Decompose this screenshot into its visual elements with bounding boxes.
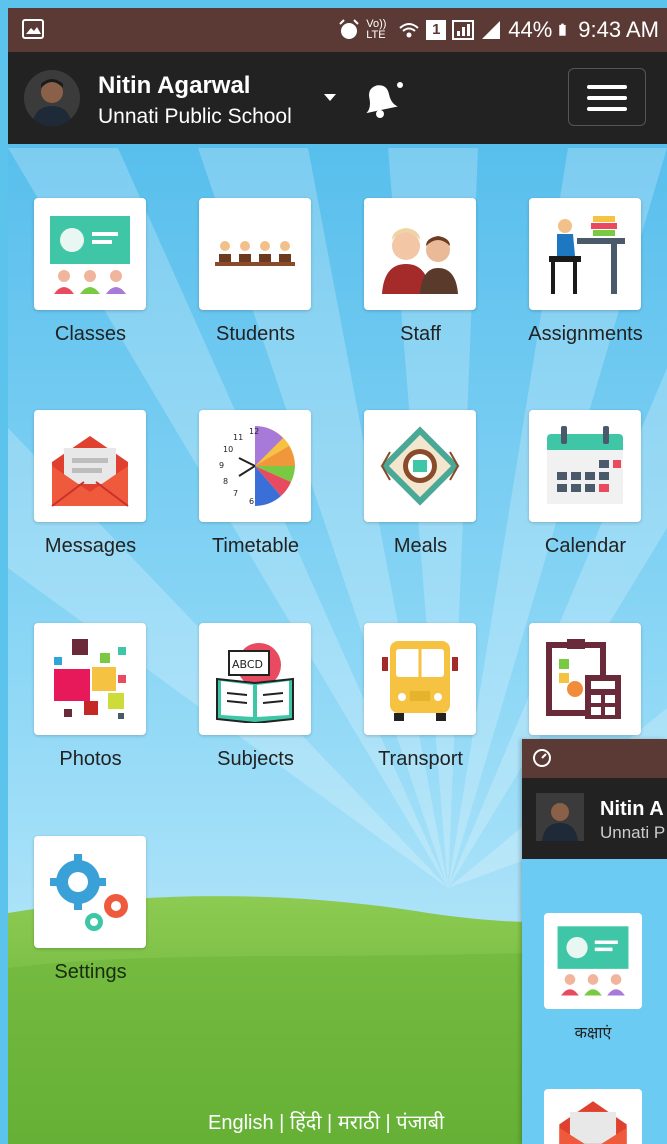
language-switcher[interactable]: English | हिंदी | मराठी | पंजाबी [208,1108,444,1135]
tile-label: Settings [54,961,127,983]
signal-icon [452,20,475,40]
image-icon [22,19,44,39]
photos-icon [54,639,126,719]
user-photo [536,793,584,841]
assignments-icon [549,216,625,294]
svg-text:7: 7 [233,489,238,498]
wifi-icon [399,23,419,38]
reports-icon [546,639,621,719]
svg-text:8: 8 [223,477,228,486]
svg-text:12: 12 [249,427,259,436]
overlay-user-name: Nitin A [600,798,664,820]
network-type-label: Vo)) LTE [366,18,387,41]
tile-messages[interactable] [34,410,146,522]
tile-transport[interactable] [364,623,476,735]
overlay-screen-preview: Nitin A Unnati P कक्षाएं [522,739,667,1144]
home-screen: Vo)) LTE 1 44% 9:43 AM Nitin Agarwal Unn… [8,8,667,1144]
overlay-status-bar [522,739,667,778]
tile-settings[interactable] [34,836,146,948]
hamburger-menu-button[interactable] [568,68,646,126]
clock-time: 9:43 AM [578,17,659,42]
bell-icon[interactable] [358,80,404,120]
classroom-icon [557,926,629,996]
svg-text:ABCD: ABCD [232,658,263,671]
battery-percent: 44% [508,17,553,42]
overlay-app-header: Nitin A Unnati P [522,778,667,859]
user-photo [24,70,80,126]
clock-icon: 12 1110 9 87 6 [219,426,295,506]
tile-meals[interactable] [364,410,476,522]
tile-calendar[interactable] [529,410,641,522]
tile-timetable[interactable]: 12 11 10 9 87 6 [199,410,311,522]
tile-label: Staff [400,323,441,345]
gears-icon [50,854,128,931]
bus-icon [382,641,458,721]
tile-classes[interactable] [34,198,146,310]
tile-label: Subjects [217,748,294,770]
svg-text:6: 6 [249,497,254,506]
overlay-tile-label: कक्षाएं [574,1025,612,1042]
svg-text:9: 9 [219,461,224,470]
svg-text:11: 11 [233,433,243,442]
meal-icon [380,426,460,506]
tile-label: Timetable [211,535,300,557]
tile-label: Messages [44,535,137,557]
envelope-icon [559,1101,627,1144]
overlay-tile-classes [544,913,642,1009]
tile-students[interactable] [199,198,311,310]
calendar-icon [547,426,623,504]
book-icon: ABCD [216,643,294,723]
overlay-tile-messages [544,1089,642,1144]
students-icon [215,241,295,266]
chevron-down-icon[interactable] [324,94,336,101]
school-name[interactable]: Unnati Public School [98,105,292,129]
classroom-icon [50,216,130,294]
tile-staff[interactable] [364,198,476,310]
tile-reports[interactable] [529,623,641,735]
envelope-icon [51,436,129,507]
sim-badge: 1 [426,20,447,40]
tile-photos[interactable] [34,623,146,735]
tile-label: Assignments [528,323,643,345]
speedometer-icon [533,749,551,767]
tile-label: Calendar [544,535,627,557]
app-header: Nitin Agarwal Unnati Public School [8,52,667,144]
user-name[interactable]: Nitin Agarwal [98,72,250,100]
avatar[interactable] [24,70,80,126]
tile-label: Students [216,323,295,345]
status-bar: Vo)) LTE 1 44% 9:43 AM [8,8,667,52]
avatar [536,793,584,841]
svg-text:10: 10 [223,445,233,454]
tile-assignments[interactable] [529,198,641,310]
tile-label: Photos [59,748,122,770]
alarm-icon [339,19,359,39]
battery-icon [559,23,566,36]
tile-label: Classes [54,323,127,345]
tile-subjects[interactable]: ABCD [199,623,311,735]
tile-label: Meals [393,535,448,557]
overlay-school-name: Unnati P [600,823,666,842]
staff-icon [382,228,458,294]
signal-strength-icon [482,21,501,39]
tile-label: Transport [378,748,463,770]
